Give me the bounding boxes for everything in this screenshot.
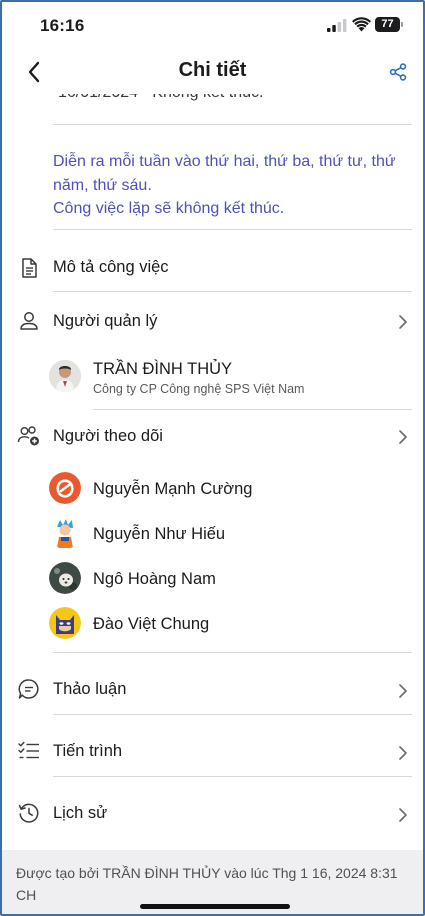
chevron-right-icon (399, 684, 407, 698)
divider (93, 409, 412, 410)
battery-level: 77 (381, 18, 394, 30)
share-button[interactable] (385, 59, 411, 85)
follower-item[interactable]: Nguyễn Như Hiếu (2, 511, 423, 555)
manager-card[interactable]: TRẦN ĐÌNH THỦY Công ty CP Công nghệ SPS … (2, 354, 423, 398)
manager-row[interactable]: Người quản lý (2, 297, 423, 347)
follower-item[interactable]: Nguyễn Mạnh Cường (2, 466, 423, 510)
follower-name: Ngô Hoàng Nam (93, 570, 216, 588)
task-description-label: Mô tả công việc (53, 258, 169, 276)
follower-name: Đào Việt Chung (93, 615, 210, 633)
divider (53, 229, 412, 230)
cellular-signal-icon (327, 19, 347, 32)
manager-avatar (49, 360, 81, 392)
home-indicator[interactable] (140, 904, 290, 909)
checklist-icon (18, 741, 39, 759)
progress-label: Tiến trình (53, 742, 123, 760)
recurrence-end-text: Công việc lặp sẽ không kết thúc. (53, 200, 285, 217)
recurrence-info: Diễn ra mỗi tuần vào thứ hai, thứ ba, th… (53, 150, 413, 221)
manager-company: Công ty CP Công nghệ SPS Việt Nam (93, 382, 305, 396)
manager-name: TRẦN ĐÌNH THỦY (93, 360, 233, 378)
share-icon (389, 63, 407, 81)
chevron-right-icon (399, 315, 407, 329)
navigation-bar: Chi tiết (2, 50, 423, 94)
follower-item[interactable]: Đào Việt Chung (2, 601, 423, 645)
follower-avatar (49, 607, 81, 639)
manager-label: Người quản lý (53, 312, 158, 330)
status-time: 16:16 (40, 16, 85, 35)
app-screen: 16:16 77 Chi tiết Diễn ra mỗi tuần vào t… (0, 0, 425, 916)
chevron-right-icon (399, 430, 407, 444)
discussion-label: Thảo luận (53, 680, 127, 698)
status-bar: 16:16 77 (2, 2, 423, 50)
followers-label: Người theo dõi (53, 427, 163, 445)
chevron-right-icon (399, 808, 407, 822)
follower-avatar (49, 517, 81, 549)
follower-avatar (49, 562, 81, 594)
created-by-text: Được tạo bởi TRẦN ĐÌNH THỦY vào lúc Thg … (16, 865, 398, 903)
progress-row[interactable]: Tiến trình (2, 726, 423, 776)
history-row[interactable]: Lịch sử (2, 788, 423, 838)
divider (53, 714, 412, 715)
followers-row[interactable]: Người theo dõi (2, 412, 423, 462)
divider (53, 776, 412, 777)
document-icon (22, 258, 37, 278)
follower-item[interactable]: Ngô Hoàng Nam (2, 556, 423, 600)
follower-name: Nguyễn Mạnh Cường (93, 480, 253, 498)
follower-name: Nguyễn Như Hiếu (93, 525, 226, 543)
recurrence-schedule-text: Diễn ra mỗi tuần vào thứ hai, thứ ba, th… (53, 153, 396, 194)
divider (53, 124, 412, 125)
task-description-row[interactable]: Mô tả công việc (2, 242, 423, 292)
chat-bubble-icon (18, 679, 39, 699)
history-clock-icon (18, 803, 39, 823)
schedule-date-clipped: 16/01/2024 - Không kết thúc. (2, 94, 423, 114)
chevron-right-icon (399, 746, 407, 760)
follower-avatar (49, 472, 81, 504)
divider (53, 652, 412, 653)
schedule-date: 16/01/2024 - Không kết thúc. (58, 94, 263, 102)
discussion-row[interactable]: Thảo luận (2, 664, 423, 714)
wifi-icon (352, 17, 371, 32)
page-title: Chi tiết (178, 59, 247, 81)
divider (53, 291, 412, 292)
battery-icon: 77 (375, 17, 403, 32)
person-icon (20, 312, 38, 330)
history-label: Lịch sử (53, 804, 108, 822)
add-follower-icon (17, 426, 39, 446)
